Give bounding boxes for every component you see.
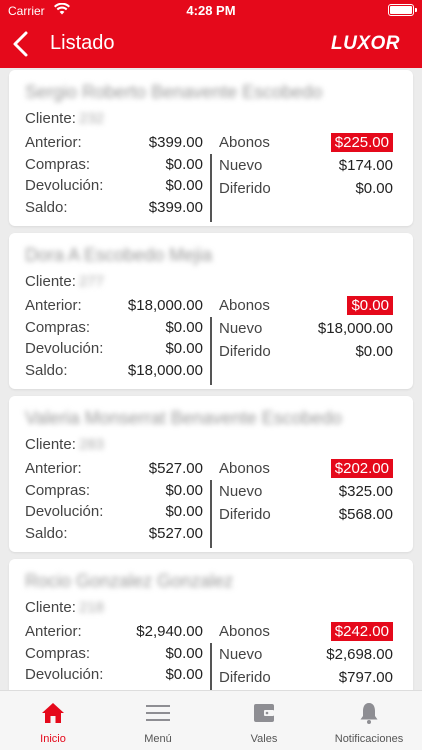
- saldo-label: Saldo:: [25, 199, 68, 216]
- client-number-label: Cliente:: [25, 110, 76, 127]
- abonos-value: $0.00: [347, 296, 393, 315]
- devolucion-value: $0.00: [165, 503, 203, 520]
- diferido-value: $568.00: [338, 506, 393, 523]
- nuevo-label: Nuevo: [219, 483, 263, 500]
- diferido-value: $0.00: [355, 180, 393, 197]
- nuevo-value: $174.00: [338, 157, 393, 174]
- brand-logo: LUXOR: [331, 33, 400, 54]
- abonos-value: $242.00: [330, 622, 393, 641]
- devolucion-label: Devolución:: [25, 177, 104, 194]
- saldo-label: Saldo:: [25, 362, 68, 379]
- client-number: 218: [79, 599, 105, 616]
- client-card[interactable]: Rocio Gonzalez Gonzalez Cliente: 218 Anteri…: [9, 559, 413, 690]
- client-number: 283: [79, 436, 105, 453]
- diferido-label: Diferido: [219, 343, 271, 360]
- nuevo-value: $325.00: [338, 483, 393, 500]
- client-number: 232: [79, 110, 105, 127]
- wallet-icon: [254, 704, 274, 722]
- back-button[interactable]: [10, 30, 34, 58]
- anterior-value: $527.00: [148, 460, 203, 477]
- client-name: Rocio Gonzalez Gonzalez: [25, 571, 234, 591]
- app-header: Carrier 4:28 PM Listado LUXOR: [0, 0, 422, 68]
- tab-vales[interactable]: Vales: [211, 691, 317, 750]
- compras-label: Compras:: [25, 482, 91, 499]
- abonos-label: Abonos: [219, 297, 270, 314]
- tab-label: Inicio: [40, 733, 66, 745]
- tab-label: Vales: [250, 733, 278, 745]
- home-icon: [42, 703, 64, 723]
- abonos-label: Abonos: [219, 134, 270, 151]
- status-bar: Carrier 4:28 PM: [0, 0, 422, 22]
- anterior-label: Anterior:: [25, 134, 82, 151]
- abonos-label: Abonos: [219, 460, 270, 477]
- compras-value: $0.00: [165, 319, 203, 336]
- column-divider: [210, 643, 212, 690]
- compras-value: $0.00: [165, 156, 203, 173]
- client-number-label: Cliente:: [25, 436, 76, 453]
- saldo-value: $527.00: [148, 525, 203, 542]
- column-divider: [210, 480, 212, 548]
- client-name: Valeria Monserrat Benavente Escobedo: [25, 408, 342, 428]
- anterior-value: $18,000.00: [127, 297, 203, 314]
- column-divider: [210, 317, 212, 385]
- diferido-label: Diferido: [219, 506, 271, 523]
- nuevo-label: Nuevo: [219, 646, 263, 663]
- compras-label: Compras:: [25, 156, 91, 173]
- saldo-value: $18,000.00: [127, 362, 203, 379]
- nuevo-value: $18,000.00: [317, 320, 393, 337]
- page-title: Listado: [50, 32, 115, 54]
- client-card[interactable]: Sergio Roberto Benavente Escobedo Cliente…: [9, 70, 413, 226]
- abonos-value: $202.00: [330, 459, 393, 478]
- bell-icon: [360, 703, 378, 724]
- devolucion-label: Devolución:: [25, 666, 104, 683]
- client-name: Dora A Escobedo Mejia: [25, 245, 213, 265]
- anterior-label: Anterior:: [25, 623, 82, 640]
- client-number-label: Cliente:: [25, 273, 76, 290]
- client-card[interactable]: Dora A Escobedo Mejia Cliente: 277 Anterior…: [9, 233, 413, 389]
- diferido-value: $797.00: [338, 669, 393, 686]
- anterior-label: Anterior:: [25, 297, 82, 314]
- account-list[interactable]: Sergio Roberto Benavente Escobedo Cliente…: [0, 68, 422, 690]
- client-name: Sergio Roberto Benavente Escobedo: [25, 82, 323, 102]
- diferido-label: Diferido: [219, 669, 271, 686]
- tab-label: Menú: [144, 733, 172, 745]
- devolucion-value: $0.00: [165, 340, 203, 357]
- chevron-left-icon: [13, 31, 28, 57]
- abonos-value: $225.00: [330, 133, 393, 152]
- tab-label: Notificaciones: [334, 733, 404, 745]
- devolucion-value: $0.00: [165, 177, 203, 194]
- devolucion-label: Devolución:: [25, 503, 104, 520]
- compras-value: $0.00: [165, 482, 203, 499]
- tab-notificaciones[interactable]: Notificaciones: [316, 691, 422, 750]
- anterior-label: Anterior:: [25, 460, 82, 477]
- clock-label: 4:28 PM: [186, 3, 236, 18]
- nuevo-value: $2,698.00: [326, 646, 393, 663]
- nuevo-label: Nuevo: [219, 320, 263, 337]
- anterior-value: $399.00: [148, 134, 203, 151]
- saldo-value: $399.00: [148, 199, 203, 216]
- devolucion-label: Devolución:: [25, 340, 104, 357]
- tab-menu[interactable]: Menú: [105, 691, 211, 750]
- client-card[interactable]: Valeria Monserrat Benavente Escobedo Clie…: [9, 396, 413, 552]
- compras-label: Compras:: [25, 319, 91, 336]
- saldo-label: Saldo:: [25, 525, 68, 542]
- diferido-label: Diferido: [219, 180, 271, 197]
- abonos-label: Abonos: [219, 623, 270, 640]
- column-divider: [210, 154, 212, 222]
- client-number-label: Cliente:: [25, 599, 76, 616]
- compras-label: Compras:: [25, 645, 91, 662]
- anterior-value: $2,940.00: [136, 623, 203, 640]
- compras-value: $0.00: [165, 645, 203, 662]
- client-number: 277: [79, 273, 105, 290]
- nuevo-label: Nuevo: [219, 157, 263, 174]
- tab-inicio[interactable]: Inicio: [0, 691, 106, 750]
- devolucion-value: $0.00: [165, 666, 203, 683]
- battery-icon: [388, 4, 417, 16]
- diferido-value: $0.00: [355, 343, 393, 360]
- menu-icon: [146, 705, 170, 721]
- tab-bar: Inicio Menú Vales Notificaciones: [0, 690, 422, 750]
